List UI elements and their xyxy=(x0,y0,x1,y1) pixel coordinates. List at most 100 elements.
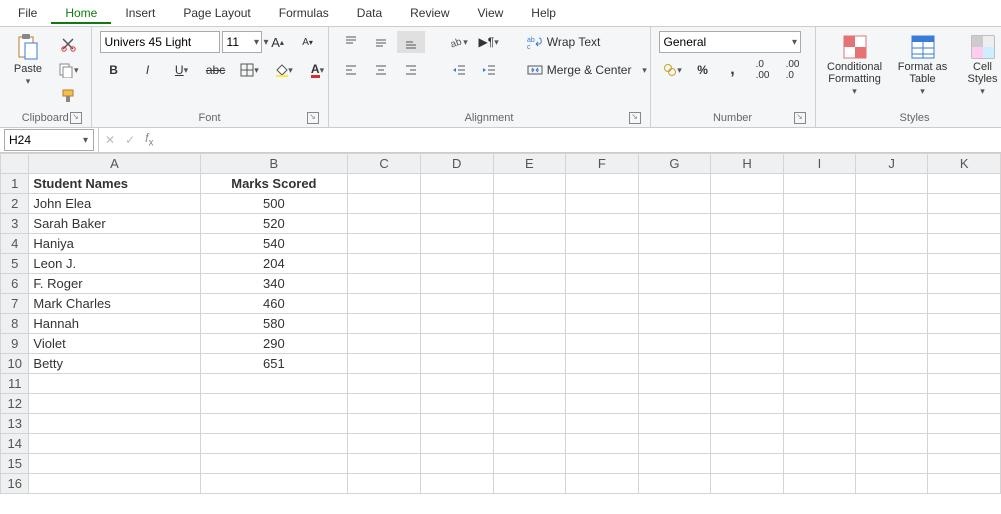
col-header-K[interactable]: K xyxy=(928,154,1001,174)
menu-home[interactable]: Home xyxy=(51,2,111,24)
cell-J10[interactable] xyxy=(855,354,927,374)
col-header-A[interactable]: A xyxy=(29,154,200,174)
cell-E15[interactable] xyxy=(493,454,566,474)
cell-C14[interactable] xyxy=(348,434,421,454)
cell-K6[interactable] xyxy=(928,274,1001,294)
cell-H10[interactable] xyxy=(711,354,784,374)
menu-review[interactable]: Review xyxy=(396,2,463,24)
borders-button[interactable]: ▾ xyxy=(236,59,264,81)
cell-F8[interactable] xyxy=(566,314,639,334)
cell-I9[interactable] xyxy=(783,334,855,354)
cell-A6[interactable]: F. Roger xyxy=(29,274,200,294)
cell-A3[interactable]: Sarah Baker xyxy=(29,214,200,234)
cell-K5[interactable] xyxy=(928,254,1001,274)
row-header-11[interactable]: 11 xyxy=(1,374,29,394)
fill-color-button[interactable]: ▾ xyxy=(270,59,298,81)
cell-B3[interactable]: 520 xyxy=(200,214,348,234)
cell-F4[interactable] xyxy=(566,234,639,254)
cell-H14[interactable] xyxy=(711,434,784,454)
fx-icon[interactable]: fx xyxy=(145,131,153,148)
cell-E10[interactable] xyxy=(493,354,566,374)
increase-decimal-button[interactable]: .0.00 xyxy=(749,59,777,81)
cell-K16[interactable] xyxy=(928,474,1001,494)
row-header-10[interactable]: 10 xyxy=(1,354,29,374)
cell-C1[interactable] xyxy=(348,174,421,194)
cell-D6[interactable] xyxy=(420,274,493,294)
cell-G6[interactable] xyxy=(638,274,711,294)
cell-styles-button[interactable]: Cell Styles▾ xyxy=(960,31,1001,107)
font-color-button[interactable]: A▾ xyxy=(304,59,332,81)
cell-E14[interactable] xyxy=(493,434,566,454)
row-header-6[interactable]: 6 xyxy=(1,274,29,294)
cell-C15[interactable] xyxy=(348,454,421,474)
row-header-3[interactable]: 3 xyxy=(1,214,29,234)
cell-B14[interactable] xyxy=(200,434,348,454)
chevron-down-icon[interactable]: ▾ xyxy=(253,37,261,48)
cell-D9[interactable] xyxy=(420,334,493,354)
cell-F5[interactable] xyxy=(566,254,639,274)
cell-G15[interactable] xyxy=(638,454,711,474)
name-box[interactable]: ▾ xyxy=(4,129,94,151)
cell-B13[interactable] xyxy=(200,414,348,434)
dialog-launcher-icon[interactable]: ↘ xyxy=(794,112,806,124)
row-header-8[interactable]: 8 xyxy=(1,314,29,334)
cell-G2[interactable] xyxy=(638,194,711,214)
cell-A5[interactable]: Leon J. xyxy=(29,254,200,274)
formula-input[interactable] xyxy=(159,130,1001,150)
copy-button[interactable]: ▾ xyxy=(54,59,83,81)
cell-C9[interactable] xyxy=(348,334,421,354)
cancel-formula-button[interactable]: ✕ xyxy=(105,133,115,147)
menu-view[interactable]: View xyxy=(464,2,518,24)
bold-button[interactable]: B xyxy=(100,59,128,81)
cell-A15[interactable] xyxy=(29,454,200,474)
cut-button[interactable] xyxy=(54,33,83,55)
align-right-button[interactable] xyxy=(397,59,425,81)
cell-G5[interactable] xyxy=(638,254,711,274)
cell-B8[interactable]: 580 xyxy=(200,314,348,334)
col-header-C[interactable]: C xyxy=(348,154,421,174)
cell-H13[interactable] xyxy=(711,414,784,434)
cell-E9[interactable] xyxy=(493,334,566,354)
cell-F2[interactable] xyxy=(566,194,639,214)
cell-I13[interactable] xyxy=(783,414,855,434)
cell-F16[interactable] xyxy=(566,474,639,494)
align-top-button[interactable] xyxy=(337,31,365,53)
cell-G4[interactable] xyxy=(638,234,711,254)
cell-D13[interactable] xyxy=(420,414,493,434)
cell-J6[interactable] xyxy=(855,274,927,294)
cell-A10[interactable]: Betty xyxy=(29,354,200,374)
cell-G12[interactable] xyxy=(638,394,711,414)
cell-D14[interactable] xyxy=(420,434,493,454)
row-header-7[interactable]: 7 xyxy=(1,294,29,314)
cell-E12[interactable] xyxy=(493,394,566,414)
cell-B7[interactable]: 460 xyxy=(200,294,348,314)
cell-B6[interactable]: 340 xyxy=(200,274,348,294)
format-painter-button[interactable] xyxy=(54,85,83,107)
cell-H4[interactable] xyxy=(711,234,784,254)
cell-H6[interactable] xyxy=(711,274,784,294)
align-middle-button[interactable] xyxy=(367,31,395,53)
cell-I5[interactable] xyxy=(783,254,855,274)
menu-file[interactable]: File xyxy=(4,2,51,24)
cell-D15[interactable] xyxy=(420,454,493,474)
col-header-B[interactable]: B xyxy=(200,154,348,174)
cell-B11[interactable] xyxy=(200,374,348,394)
cell-H1[interactable] xyxy=(711,174,784,194)
cell-G3[interactable] xyxy=(638,214,711,234)
cell-B12[interactable] xyxy=(200,394,348,414)
cell-H12[interactable] xyxy=(711,394,784,414)
cell-F14[interactable] xyxy=(566,434,639,454)
cell-G10[interactable] xyxy=(638,354,711,374)
cell-H11[interactable] xyxy=(711,374,784,394)
cell-F10[interactable] xyxy=(566,354,639,374)
dialog-launcher-icon[interactable]: ↘ xyxy=(70,112,82,124)
cell-D5[interactable] xyxy=(420,254,493,274)
cell-E1[interactable] xyxy=(493,174,566,194)
cell-G8[interactable] xyxy=(638,314,711,334)
cell-K14[interactable] xyxy=(928,434,1001,454)
cell-C16[interactable] xyxy=(348,474,421,494)
number-format-combo[interactable]: ▾ xyxy=(659,31,801,53)
font-size-input[interactable] xyxy=(223,33,253,51)
cell-C13[interactable] xyxy=(348,414,421,434)
cell-C8[interactable] xyxy=(348,314,421,334)
